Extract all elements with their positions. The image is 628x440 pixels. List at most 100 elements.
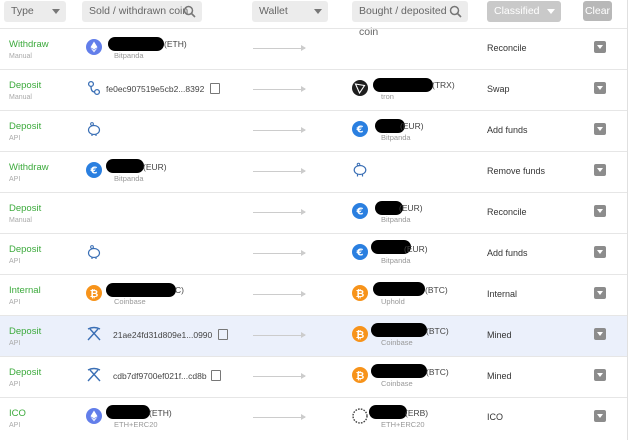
classified-filter-label: Classified (494, 5, 540, 17)
transaction-row[interactable]: Deposit API € (EUR) Bitpanda Add funds (0, 233, 628, 274)
transaction-row[interactable]: ICO API (ETH) ETH+ERC20 (ERB) ETH+ERC20 … (0, 397, 628, 438)
chevron-down-icon (52, 9, 60, 14)
expand-button[interactable] (594, 369, 606, 381)
btc-icon: ₿ (352, 285, 368, 301)
expand-button[interactable] (594, 328, 606, 340)
btc-icon: ₿ (352, 367, 368, 383)
transaction-source: API (9, 422, 21, 429)
transaction-row[interactable]: Deposit API € (EUR) Bitpanda Add funds (0, 110, 628, 151)
expand-button[interactable] (594, 246, 606, 258)
transaction-row[interactable]: Deposit API cdb7df9700ef021f...cd8b ₿ (B… (0, 356, 628, 397)
redaction-mark (106, 405, 150, 419)
sold-coin-wallet: Bitpanda (114, 174, 144, 183)
wallet-filter[interactable]: Wallet (252, 1, 328, 22)
transaction-type: Deposit (9, 121, 42, 132)
eth-icon (86, 408, 102, 424)
redaction-mark (371, 323, 427, 337)
search-icon (449, 5, 462, 18)
classification-label: Mined (487, 371, 512, 381)
copy-icon[interactable] (211, 370, 221, 381)
arrow-right-icon (253, 373, 306, 379)
copy-icon[interactable] (210, 83, 220, 94)
bought-coin-name: (EUR) (404, 244, 428, 254)
arrow-right-icon (253, 209, 306, 215)
classification-label: Remove funds (487, 166, 546, 176)
expand-button[interactable] (594, 123, 606, 135)
transaction-source: API (9, 299, 21, 306)
classification-label: Mined (487, 330, 512, 340)
transaction-source: Manual (9, 94, 32, 101)
bought-coin-wallet: Bitpanda (381, 256, 411, 265)
svg-text:₿: ₿ (356, 288, 365, 300)
transaction-row[interactable]: Withdraw API € (EUR) Bitpanda Remove fun… (0, 151, 628, 192)
svg-text:€: € (356, 125, 364, 136)
transaction-type: ICO (9, 408, 26, 419)
classified-filter[interactable]: Classified (487, 1, 561, 22)
bought-coin-name: (TRX) (432, 80, 455, 90)
sold-coin-name: (ETH) (149, 408, 172, 418)
expand-button[interactable] (594, 164, 606, 176)
redaction-mark (108, 37, 164, 51)
chevron-down-icon (314, 9, 322, 14)
transaction-row[interactable]: Deposit API 21ae24fd31d809e1...0990 ₿ (B… (0, 315, 628, 356)
bought-coin-name: (BTC) (426, 326, 449, 336)
sold-coin-wallet: Coinbase (114, 297, 146, 306)
transaction-source: Manual (9, 217, 32, 224)
transaction-type: Deposit (9, 367, 42, 378)
arrow-right-icon (253, 86, 306, 92)
wallet-filter-label: Wallet (259, 5, 288, 17)
sold-coin-name: (ETH) (164, 39, 187, 49)
redaction-mark (371, 364, 427, 378)
bought-coin-name: (BTC) (425, 285, 448, 295)
bought-coin-name: (EUR) (400, 121, 424, 131)
classification-label: Reconcile (487, 43, 527, 53)
mining-pickaxe-icon (87, 326, 101, 341)
expand-button[interactable] (594, 82, 606, 94)
classification-label: Add funds (487, 248, 528, 258)
arrow-right-icon (253, 168, 306, 174)
transaction-type: Deposit (9, 244, 42, 255)
clear-button[interactable]: Clear (583, 1, 612, 21)
svg-text:₿: ₿ (90, 288, 99, 300)
eur-icon: € (352, 244, 368, 260)
arrow-right-icon (253, 291, 306, 297)
svg-text:₿: ₿ (356, 329, 365, 341)
eur-icon: € (86, 162, 102, 178)
redaction-mark (369, 405, 407, 419)
expand-button[interactable] (594, 41, 606, 53)
link-icon (87, 80, 101, 96)
bought-coin-wallet: Coinbase (381, 379, 413, 388)
bought-coin-filter[interactable]: Bought / deposited coin (352, 1, 468, 38)
transaction-type: Withdraw (9, 39, 49, 50)
classification-label: ICO (487, 412, 504, 422)
sold-coin-filter[interactable]: Sold / withdrawn coin (82, 1, 202, 22)
transaction-row[interactable]: Internal API ₿ C) Coinbase ₿ (BTC) Uphol… (0, 274, 628, 315)
transaction-row[interactable]: Withdraw Manual (ETH) Bitpanda Reconcile (0, 28, 628, 69)
classification-label: Add funds (487, 125, 528, 135)
transaction-source: Manual (9, 53, 32, 60)
transaction-row[interactable]: Deposit Manual € (EUR) Bitpanda Reconcil… (0, 192, 628, 233)
copy-icon[interactable] (218, 329, 228, 340)
expand-button[interactable] (594, 287, 606, 299)
search-icon (183, 5, 196, 18)
type-filter[interactable]: Type (4, 1, 66, 22)
arrow-right-icon (253, 332, 306, 338)
bought-coin-wallet: Coinbase (381, 338, 413, 347)
classification-label: Swap (487, 84, 510, 94)
transaction-row[interactable]: Deposit Manual fe0ec907519e5cb2...8392 (… (0, 69, 628, 110)
bought-coin-wallet: tron (381, 92, 394, 101)
bought-coin-wallet: Bitpanda (381, 133, 411, 142)
transaction-source: API (9, 135, 21, 142)
svg-text:€: € (90, 166, 98, 177)
expand-button[interactable] (594, 410, 606, 422)
filter-bar: Type Sold / withdrawn coin Wallet Bought… (0, 0, 628, 38)
transaction-type: Deposit (9, 80, 42, 91)
transaction-hash: cdb7df9700ef021f...cd8b (113, 371, 207, 381)
transaction-type: Deposit (9, 203, 42, 214)
arrow-right-icon (253, 45, 306, 51)
expand-button[interactable] (594, 205, 606, 217)
redaction-mark (106, 159, 144, 173)
piggy-bank-icon (87, 122, 101, 136)
redaction-mark (373, 78, 433, 92)
classification-label: Reconcile (487, 207, 527, 217)
